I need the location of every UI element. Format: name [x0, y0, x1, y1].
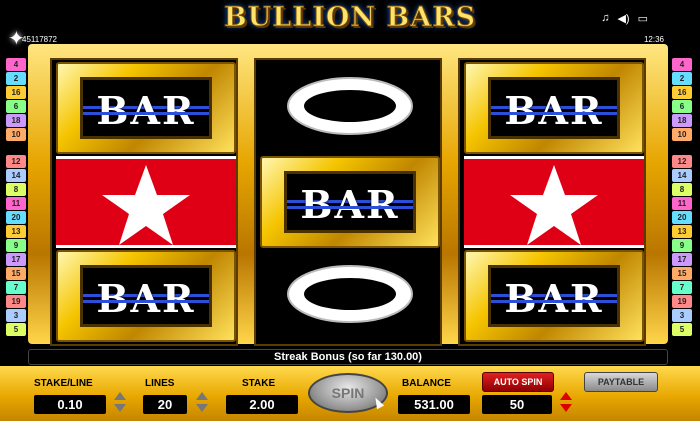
stake-value: 2.00 — [226, 395, 298, 414]
left-line-number[interactable]: 18 — [6, 114, 26, 127]
right-line-number[interactable]: 3 — [672, 309, 692, 322]
right-line-number[interactable]: 5 — [672, 323, 692, 336]
right-line-number[interactable]: 6 — [672, 100, 692, 113]
star-icon — [102, 165, 190, 245]
game-title: BULLION BARS — [223, 2, 477, 34]
left-line-number[interactable]: 13 — [6, 225, 26, 238]
right-line-number[interactable]: 16 — [672, 86, 692, 99]
bar-symbol: BAR — [260, 156, 440, 248]
line-number-gap — [6, 142, 26, 154]
right-line-number[interactable]: 13 — [672, 225, 692, 238]
fullscreen-icon[interactable]: ▭ — [638, 12, 648, 25]
reel-1: BAR BAR — [50, 58, 238, 346]
right-line-number[interactable]: 19 — [672, 295, 692, 308]
right-line-number[interactable]: 14 — [672, 169, 692, 182]
session-id: 45117872 — [22, 35, 57, 44]
right-line-number[interactable]: 20 — [672, 211, 692, 224]
arrow-down-icon[interactable] — [560, 404, 572, 412]
clock: 12:36 — [643, 35, 664, 44]
lines-stepper[interactable] — [194, 390, 210, 416]
balance-label: BALANCE — [402, 378, 451, 389]
auto-spin-button[interactable]: AUTO SPIN — [482, 372, 554, 392]
ring-icon — [287, 77, 413, 135]
right-line-number[interactable]: 17 — [672, 253, 692, 266]
left-line-number[interactable]: 9 — [6, 239, 26, 252]
right-line-number[interactable]: 18 — [672, 114, 692, 127]
right-line-number[interactable]: 4 — [672, 58, 692, 71]
stake-label: STAKE — [242, 378, 276, 389]
reel-2: BAR — [254, 58, 442, 346]
arrow-up-icon[interactable] — [196, 392, 208, 400]
line-number-gap — [672, 142, 692, 154]
ring-symbol — [260, 62, 440, 154]
bar-symbol: BAR — [56, 250, 236, 342]
star-symbol — [56, 156, 236, 248]
left-line-number[interactable]: 11 — [6, 197, 26, 210]
right-line-number[interactable]: 2 — [672, 72, 692, 85]
left-line-number[interactable]: 5 — [6, 323, 26, 336]
left-line-number[interactable]: 16 — [6, 86, 26, 99]
left-line-number[interactable]: 3 — [6, 309, 26, 322]
left-line-number[interactable]: 15 — [6, 267, 26, 280]
star-symbol — [464, 156, 644, 248]
right-line-number[interactable]: 9 — [672, 239, 692, 252]
right-line-number[interactable]: 7 — [672, 281, 692, 294]
star-icon — [510, 165, 598, 245]
ring-symbol — [260, 250, 440, 342]
left-line-number[interactable]: 12 — [6, 155, 26, 168]
right-line-number[interactable]: 11 — [672, 197, 692, 210]
right-line-numbers: 4 2 16 6 18 10 12 14 8 11 20 13 9 17 15 7 19 3 5 — [672, 58, 692, 336]
left-line-number[interactable]: 17 — [6, 253, 26, 266]
paytable-button[interactable]: PAYTABLE — [584, 372, 658, 392]
balance-value: 531.00 — [398, 395, 470, 414]
left-line-number[interactable]: 2 — [6, 72, 26, 85]
stake-line-label: STAKE/LINE — [34, 378, 93, 389]
left-line-number[interactable]: 7 — [6, 281, 26, 294]
left-line-number[interactable]: 8 — [6, 183, 26, 196]
left-line-number[interactable]: 6 — [6, 100, 26, 113]
left-line-number[interactable]: 4 — [6, 58, 26, 71]
music-note-icon[interactable]: ♫ — [601, 12, 609, 25]
right-line-number[interactable]: 15 — [672, 267, 692, 280]
stake-line-stepper[interactable] — [112, 390, 128, 416]
right-line-number[interactable]: 12 — [672, 155, 692, 168]
auto-spin-stepper[interactable] — [558, 390, 574, 416]
streak-bonus-bar: Streak Bonus (so far 130.00) — [28, 349, 668, 365]
arrow-down-icon[interactable] — [114, 404, 126, 412]
stake-line-value: 0.10 — [34, 395, 106, 414]
bar-symbol: BAR — [464, 62, 644, 154]
left-line-number[interactable]: 10 — [6, 128, 26, 141]
left-line-number[interactable]: 19 — [6, 295, 26, 308]
lines-value: 20 — [143, 395, 187, 414]
reel-3: BAR BAR — [458, 58, 646, 346]
speaker-icon[interactable]: ◀) — [617, 12, 629, 25]
right-line-number[interactable]: 10 — [672, 128, 692, 141]
left-line-number[interactable]: 14 — [6, 169, 26, 182]
auto-spin-count: 50 — [482, 395, 552, 414]
bar-symbol: BAR — [464, 250, 644, 342]
arrow-up-icon[interactable] — [114, 392, 126, 400]
right-line-number[interactable]: 8 — [672, 183, 692, 196]
left-line-number[interactable]: 20 — [6, 211, 26, 224]
lines-label: LINES — [145, 378, 175, 389]
top-icons: ♫ ◀) ▭ — [601, 12, 648, 25]
arrow-down-icon[interactable] — [196, 404, 208, 412]
left-line-numbers: 4 2 16 6 18 10 12 14 8 11 20 13 9 17 15 7 19 3 5 — [6, 58, 26, 336]
arrow-up-icon[interactable] — [560, 392, 572, 400]
bar-symbol: BAR — [56, 62, 236, 154]
ring-icon — [287, 265, 413, 323]
